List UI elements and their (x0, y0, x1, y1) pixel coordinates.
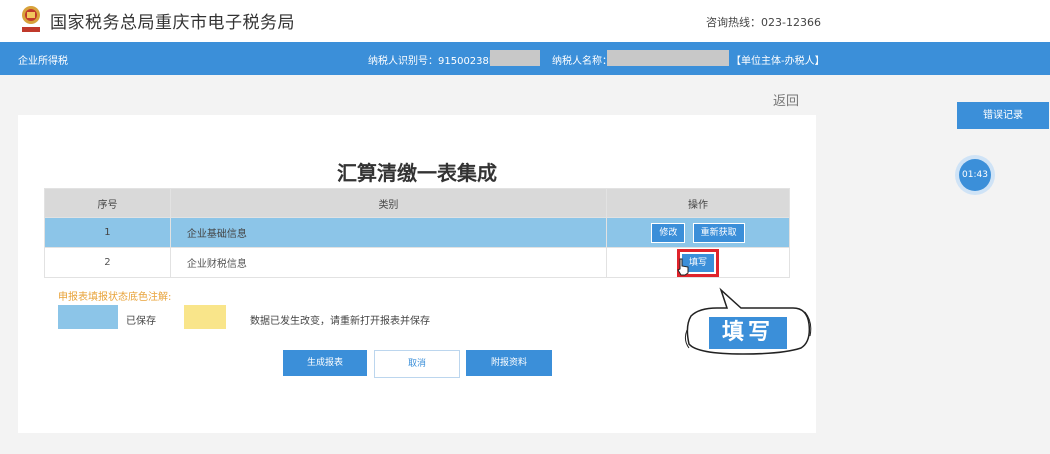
row-no: 1 (44, 217, 171, 248)
edit-button[interactable]: 修改 (651, 222, 686, 243)
redacted-name-mask (607, 50, 729, 66)
error-log-button[interactable]: 错误记录 (957, 102, 1049, 129)
generate-report-button[interactable]: 生成报表 (283, 350, 367, 376)
legend-saved-label: 已保存 (126, 316, 156, 327)
top-header: 国家税务总局重庆市电子税务局 咨询热线：023-12366 (0, 0, 1050, 42)
col-header-actions: 操作 (605, 188, 791, 218)
section-name: 企业所得税 (18, 56, 68, 67)
main-panel: 汇算清缴一表集成 序号 类别 操作 1 企业基础信息 修改 重新获取 2 企业财… (18, 115, 816, 433)
refetch-button[interactable]: 重新获取 (692, 222, 745, 243)
attach-materials-button[interactable]: 附报资料 (466, 350, 552, 376)
taxpayer-name-label: 纳税人名称： (552, 56, 612, 67)
hand-cursor-icon (677, 258, 689, 276)
row-category: 企业基础信息 (169, 217, 607, 248)
back-link[interactable]: 返回 (773, 90, 799, 109)
row-no: 2 (44, 247, 171, 278)
legend-title: 申报表填报状态底色注解: (58, 292, 172, 303)
callout-label: 填写 (709, 317, 787, 349)
legend-saved-swatch (58, 305, 118, 329)
role-label: 【单位主体-办税人】 (731, 56, 825, 67)
taxpayer-info-bar: 企业所得税 纳税人识别号：91500238MA 纳税人名称： 【单位主体-办税人… (0, 42, 1050, 75)
legend-changed-swatch (184, 305, 226, 329)
cancel-button[interactable]: 取消 (374, 350, 460, 378)
col-header-no: 序号 (44, 188, 171, 218)
table-row: 1 企业基础信息 修改 重新获取 (44, 217, 791, 248)
site-title: 国家税务总局重庆市电子税务局 (50, 13, 295, 33)
table-header: 序号 类别 操作 (44, 188, 791, 218)
hotline: 咨询热线：023-12366 (706, 16, 821, 29)
tax-emblem-icon (22, 6, 40, 32)
row-actions: 修改 重新获取 (605, 217, 791, 248)
row-actions: 填写 (605, 247, 791, 278)
row-category: 企业财税信息 (169, 247, 607, 278)
legend-changed-label: 数据已发生改变，请重新打开报表并保存 (250, 316, 430, 327)
session-timer: 01:43 (959, 159, 991, 191)
page-title: 汇算清缴一表集成 (337, 161, 497, 185)
col-header-category: 类别 (169, 188, 607, 218)
redacted-id-mask (490, 50, 540, 66)
taxpayer-id: 纳税人识别号：91500238MA (368, 56, 505, 67)
